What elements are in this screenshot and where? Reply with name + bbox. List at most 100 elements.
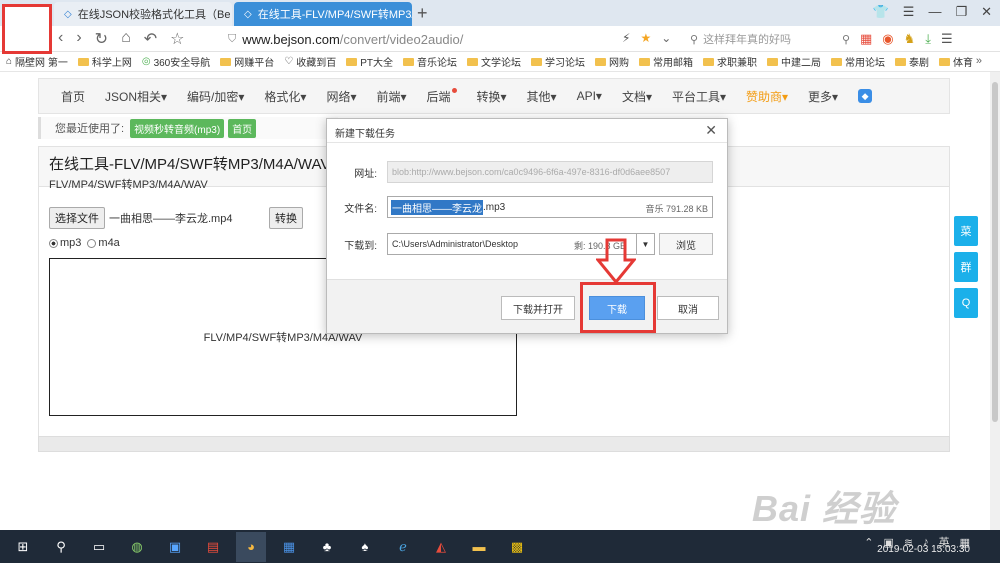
folder-icon bbox=[595, 57, 606, 66]
bookmark-item[interactable]: ⌂ 隔壁网 第一 bbox=[6, 54, 68, 69]
scrollbar-thumb[interactable] bbox=[992, 82, 998, 422]
close-window-icon[interactable]: ✕ bbox=[981, 4, 992, 20]
app-yellow-icon[interactable]: ▩ bbox=[502, 532, 532, 562]
menu-item-json[interactable]: JSON相关▾ bbox=[105, 88, 167, 105]
menu-item-api[interactable]: API▾ bbox=[577, 89, 602, 103]
bookmark-item[interactable]: PT大全 bbox=[346, 54, 393, 69]
bookmark-item[interactable]: ◎ 360安全导航 bbox=[142, 54, 210, 69]
star-icon[interactable]: ★ bbox=[640, 31, 651, 45]
download-icon[interactable]: ⤓ bbox=[925, 31, 931, 47]
bookmark-item[interactable]: 学习论坛 bbox=[531, 54, 585, 69]
radio-m4a[interactable] bbox=[87, 238, 97, 248]
bookmarks-more[interactable]: » bbox=[976, 55, 982, 67]
windows-app-icon[interactable]: ▦ bbox=[860, 31, 872, 47]
menu-item-more[interactable]: 更多▾ bbox=[808, 88, 838, 105]
choose-file-button[interactable]: 选择文件 bbox=[49, 207, 105, 229]
folder-icon bbox=[895, 57, 906, 66]
search-icon[interactable]: ⚲ bbox=[46, 532, 76, 562]
page-scrollbar[interactable] bbox=[990, 72, 1000, 530]
menu-item-convert[interactable]: 转换▾ bbox=[477, 88, 507, 105]
saveto-label: 下载到: bbox=[344, 240, 377, 252]
file-chooser: 选择文件 一曲相思——李云龙.mp4 bbox=[49, 207, 232, 229]
bookmark-item[interactable]: 求职兼职 bbox=[703, 54, 757, 69]
filename-field[interactable]: 一曲相思——李云龙 .mp3 音乐 791.28 KB bbox=[387, 196, 713, 218]
forward-icon[interactable]: › bbox=[76, 29, 81, 49]
menu-item-format[interactable]: 格式化▾ bbox=[264, 88, 306, 105]
ie-icon[interactable]: ℯ bbox=[388, 532, 418, 562]
skin-icon[interactable]: 👕 bbox=[873, 4, 889, 20]
app-fox-icon[interactable]: ♠ bbox=[350, 532, 380, 562]
back-icon[interactable]: ‹ bbox=[58, 29, 63, 49]
bookmark-item[interactable]: 中建二局 bbox=[767, 54, 821, 69]
wechat-icon[interactable]: ◍ bbox=[122, 532, 152, 562]
folder-icon bbox=[77, 57, 89, 66]
menu-item-frontend[interactable]: 前端▾ bbox=[376, 88, 406, 105]
app-red-icon[interactable]: ▤ bbox=[198, 532, 228, 562]
new-tab-icon[interactable]: + bbox=[417, 3, 428, 24]
file-explorer-icon[interactable]: ▬ bbox=[464, 532, 494, 562]
minimize-icon[interactable]: — bbox=[928, 4, 941, 20]
menu-icon[interactable]: ☰ bbox=[903, 4, 915, 20]
start-icon[interactable]: ⊞ bbox=[8, 532, 38, 562]
menu-item-other[interactable]: 其他▾ bbox=[527, 88, 557, 105]
download-button[interactable]: 下载 bbox=[589, 296, 645, 320]
weibo-icon[interactable]: ◉ bbox=[882, 31, 893, 47]
tab-json-tool[interactable]: ◇ 在线JSON校验格式化工具（Be ✕ bbox=[54, 2, 232, 26]
tab-video2audio[interactable]: ◇ 在线工具-FLV/MP4/SWF转MP3/ ✕ bbox=[234, 2, 412, 26]
bookmark-item[interactable]: 文学论坛 bbox=[467, 54, 521, 69]
side-menu-button[interactable]: 菜 bbox=[954, 216, 978, 246]
menu-item-network[interactable]: 网络▾ bbox=[326, 88, 356, 105]
convert-button[interactable]: 转换 bbox=[269, 207, 303, 229]
more-icon[interactable]: ☰ bbox=[941, 31, 953, 47]
menu-item-sponsor[interactable]: 赞助商▾ bbox=[746, 88, 788, 105]
menu-item-home[interactable]: 首页 bbox=[61, 88, 85, 105]
browse-button[interactable]: 浏览 bbox=[659, 233, 713, 255]
highlight-box-logo bbox=[2, 4, 52, 54]
radio-mp3[interactable] bbox=[49, 238, 58, 248]
menu-item-docs[interactable]: 文档▾ bbox=[622, 88, 652, 105]
app-blue-icon[interactable]: ▦ bbox=[274, 532, 304, 562]
bookmark-item[interactable]: 网赚平台 bbox=[220, 54, 274, 69]
browser-360-icon[interactable]: ◕ bbox=[236, 531, 266, 562]
close-icon[interactable]: ✕ bbox=[705, 122, 717, 139]
menu-item-platform[interactable]: 平台工具▾ bbox=[672, 88, 726, 105]
side-qq-button[interactable]: Q bbox=[954, 288, 978, 318]
menu-item-backend[interactable]: 后端 bbox=[427, 87, 457, 105]
cancel-button[interactable]: 取消 bbox=[657, 296, 719, 320]
dialog-title-bar: 新建下载任务 ✕ bbox=[327, 119, 727, 143]
bookmark-item[interactable]: 网购 bbox=[595, 54, 629, 69]
search-go-icon[interactable]: ⚲ bbox=[842, 33, 850, 46]
chevron-down-icon[interactable]: ⌄ bbox=[661, 31, 671, 45]
qq-icon[interactable]: ◆ bbox=[858, 89, 873, 103]
menu-item-encode[interactable]: 编码/加密▾ bbox=[187, 88, 244, 105]
download-and-open-button[interactable]: 下载并打开 bbox=[501, 296, 575, 320]
restore-icon[interactable]: ❐ bbox=[955, 4, 967, 20]
app-acrobat-icon[interactable]: ◭ bbox=[426, 532, 456, 562]
game-icon[interactable]: ♞ bbox=[904, 31, 916, 47]
tray-chevron-icon[interactable]: ⌃ bbox=[864, 536, 873, 549]
qq-taskbar-icon[interactable]: ♣ bbox=[312, 532, 342, 562]
search-input[interactable]: ⚲ 这样拜年真的好吗 ⚲ bbox=[690, 29, 850, 49]
bookmark-item[interactable]: 科学上网 bbox=[77, 54, 132, 69]
bookmark-item[interactable]: 常用论坛 bbox=[831, 54, 885, 69]
favorite-icon[interactable]: ☆ bbox=[170, 29, 184, 49]
bookmark-item[interactable]: 音乐论坛 bbox=[403, 54, 457, 69]
lightning-icon[interactable]: ⚡ bbox=[622, 31, 630, 45]
bookmark-item[interactable]: 泰剧 bbox=[895, 54, 929, 69]
bookmark-item[interactable]: ♡ 收藏到百 bbox=[284, 54, 336, 69]
home-icon[interactable]: ⌂ bbox=[121, 29, 131, 49]
saveto-path-field[interactable]: C:\Users\Administrator\Desktop 剩: 190.3 … bbox=[387, 233, 637, 255]
bookmark-item[interactable]: 常用邮箱 bbox=[639, 54, 693, 69]
recent-tag-home[interactable]: 首页 bbox=[228, 118, 257, 138]
app-store-icon[interactable]: ▣ bbox=[160, 532, 190, 562]
folder-icon bbox=[939, 57, 950, 66]
recent-tag-video2audio[interactable]: 视频秒转音频(mp3) bbox=[130, 118, 225, 138]
undo-close-icon[interactable]: ↶ bbox=[144, 29, 157, 49]
side-group-button[interactable]: 群 bbox=[954, 252, 978, 282]
path-dropdown-icon[interactable]: ▼ bbox=[637, 233, 655, 255]
bookmark-item[interactable]: 体育 bbox=[939, 54, 973, 69]
reload-icon[interactable]: ↻ bbox=[95, 29, 108, 49]
clock[interactable]: 2019-02-03 15:03:30 bbox=[877, 544, 970, 555]
url-input[interactable]: ⛉ www.bejson.com/convert/video2audio/ bbox=[228, 29, 678, 49]
task-view-icon[interactable]: ▭ bbox=[84, 532, 114, 562]
